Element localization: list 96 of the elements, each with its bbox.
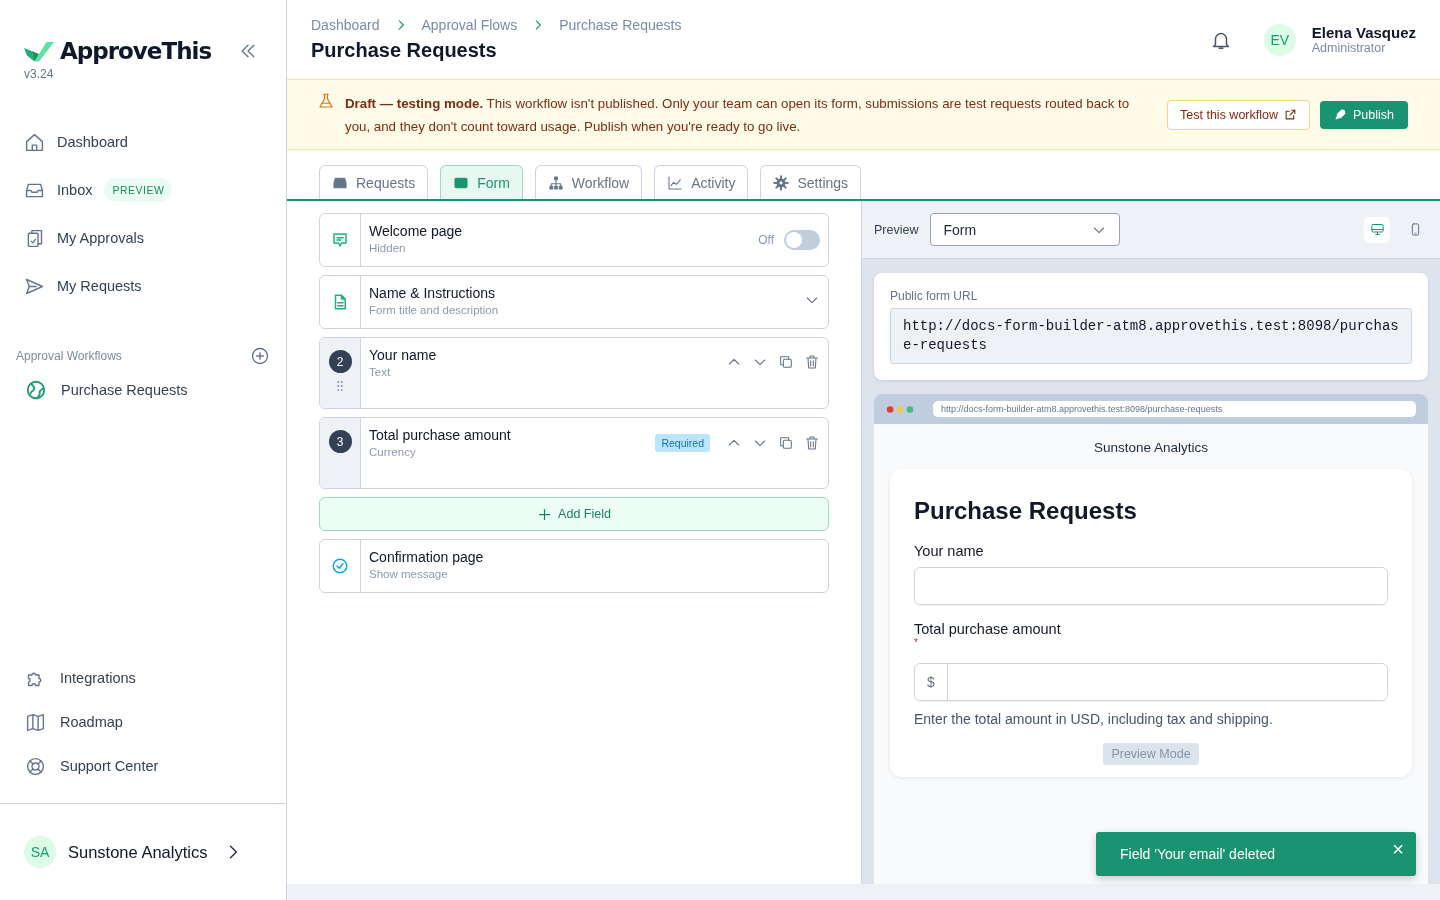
tab[interactable]: Form: [440, 165, 523, 199]
sidebar-item-label: My Approvals: [57, 230, 145, 246]
form-item-subtitle: Text: [369, 366, 392, 378]
form-item-card[interactable]: Welcome page Hidden Off: [319, 213, 829, 267]
workflow-item[interactable]: Purchase Requests: [0, 366, 286, 414]
plus-icon: [537, 506, 553, 522]
add-field-button[interactable]: Add Field: [319, 497, 829, 531]
organization-name: Sunstone Analytics: [68, 842, 208, 862]
sidebar-item-label: My Requests: [57, 278, 142, 294]
sidebar-item-label: Inbox: [57, 182, 93, 198]
field-label: Total purchase amount: [914, 621, 1062, 637]
monitor-icon: [1369, 222, 1385, 237]
form-item-card[interactable]: Name & Instructions Form title and description: [319, 275, 829, 329]
globe-icon: [25, 379, 47, 401]
toast-message: Field 'Your email' deleted: [1120, 846, 1276, 862]
sidebar-item[interactable]: Integrations: [0, 656, 286, 700]
form-item-title: Your name: [369, 347, 437, 363]
form-title: Purchase Requests: [914, 497, 1138, 525]
text-input[interactable]: [914, 567, 1388, 605]
form-item-title: Name & Instructions: [369, 285, 497, 301]
add-workflow-button[interactable]: [250, 346, 270, 366]
form-item-subtitle: Currency: [369, 446, 417, 458]
field-help-text: Enter the total amount in USD, including tax and shipping.: [914, 711, 1274, 727]
organization-name: Sunstone Analytics: [1093, 440, 1209, 455]
organization-avatar: SA: [24, 836, 56, 868]
field-number: 2: [328, 350, 352, 373]
workflow-item-label: Purchase Requests: [61, 382, 188, 398]
field-number: 3: [328, 430, 352, 453]
tab[interactable]: Settings: [760, 165, 862, 199]
trash-icon[interactable]: [804, 435, 820, 451]
tab[interactable]: Requests: [319, 165, 429, 199]
sidebar-item[interactable]: Inbox PREVIEW: [0, 166, 286, 214]
form-item-card[interactable]: 3 Total purchase amount Currency Required: [319, 417, 829, 489]
user-avatar: EV: [1263, 23, 1296, 56]
form-item-card[interactable]: 2 Your name Text: [319, 337, 829, 409]
check-circle-icon: [331, 557, 349, 575]
form-item-card[interactable]: Confirmation page Show message: [319, 539, 829, 593]
organization-switcher[interactable]: SA Sunstone Analytics: [0, 803, 286, 900]
settings-icon: [773, 174, 790, 191]
form-item-title: Confirmation page: [369, 549, 484, 565]
line-chart-icon: [667, 174, 684, 191]
sidebar-item[interactable]: Dashboard: [0, 118, 286, 166]
sidebar-item[interactable]: Support Center: [0, 744, 286, 788]
required-mark: *: [914, 639, 919, 647]
currency-prefix: $: [915, 664, 948, 700]
version-label: v3.24: [24, 67, 54, 81]
house-icon: [24, 131, 45, 153]
sidebar-item[interactable]: My Approvals: [0, 214, 286, 262]
hierarchy-icon: [547, 174, 564, 191]
address-bar: http://docs-form-builder-atm8.approvethis.test:8098/purchase-requests: [933, 401, 1416, 417]
sidebar-item-label: Roadmap: [60, 714, 123, 730]
sidebar-item[interactable]: My Requests: [0, 262, 286, 310]
monitor-view-button[interactable]: [1364, 216, 1390, 243]
logo-wordmark: ApproveThis: [60, 38, 212, 64]
map-icon: [25, 711, 46, 733]
breadcrumb-link[interactable]: Purchase Requests: [559, 17, 682, 33]
copy-icon[interactable]: [778, 354, 794, 370]
close-button[interactable]: ×: [1392, 838, 1404, 861]
preview-label: Preview: [874, 222, 919, 237]
logo-icon: [24, 40, 54, 62]
field-label: Your name: [914, 543, 985, 559]
publish-button[interactable]: Publish: [1320, 100, 1408, 129]
external-link-icon: [1284, 108, 1297, 121]
sidebar-item[interactable]: Roadmap: [0, 700, 286, 744]
form-item-subtitle: Show message: [369, 568, 449, 580]
page-title: Purchase Requests: [311, 39, 498, 62]
form-item-subtitle: Hidden: [369, 242, 407, 254]
section-heading: Approval Workflows: [16, 349, 122, 363]
trash-icon[interactable]: [804, 354, 820, 370]
tab[interactable]: Workflow: [534, 165, 643, 199]
user-role: Administrator: [1311, 41, 1387, 55]
tab[interactable]: Activity: [654, 165, 749, 199]
user-name: Elena Vasquez: [1311, 24, 1416, 41]
preview-badge: PREVIEW: [104, 178, 173, 202]
sidebar-item-label: Integrations: [60, 670, 136, 686]
url-label: Public form URL: [890, 289, 979, 303]
welcome-toggle[interactable]: [784, 230, 820, 250]
copy-icon[interactable]: [778, 435, 794, 451]
chat-icon: [331, 231, 349, 249]
preview-select[interactable]: Form: [930, 213, 1121, 246]
required-badge: Required: [655, 434, 710, 452]
public-url-field[interactable]: http://docs-form-builder-atm8.approvethis.test:8098/purchase-requests: [890, 308, 1412, 364]
form-item-subtitle: Form title and description: [369, 304, 499, 316]
currency-input[interactable]: $: [914, 663, 1388, 701]
breadcrumb-link[interactable]: Dashboard: [311, 17, 380, 33]
lifebuoy-icon: [25, 755, 46, 777]
test-workflow-button[interactable]: Test this workflow: [1167, 99, 1310, 130]
sidebar-item-label: Dashboard: [57, 134, 128, 150]
flask-icon: [317, 92, 335, 110]
form-item-title: Welcome page: [369, 223, 463, 239]
breadcrumb-link[interactable]: Approval Flows: [421, 17, 518, 33]
toggle-label: Off: [758, 233, 774, 247]
plus-circle-icon: [250, 346, 270, 366]
banner-message: Draft — testing mode. This workflow isn't published. Only your team can open its form, submissions are test requests routed back to you, and they don't count toward usage. Publish when you're ready to go live.: [345, 94, 1131, 136]
sidebar-item-label: Support Center: [60, 758, 159, 774]
form-item-title: Total purchase amount: [369, 427, 511, 443]
